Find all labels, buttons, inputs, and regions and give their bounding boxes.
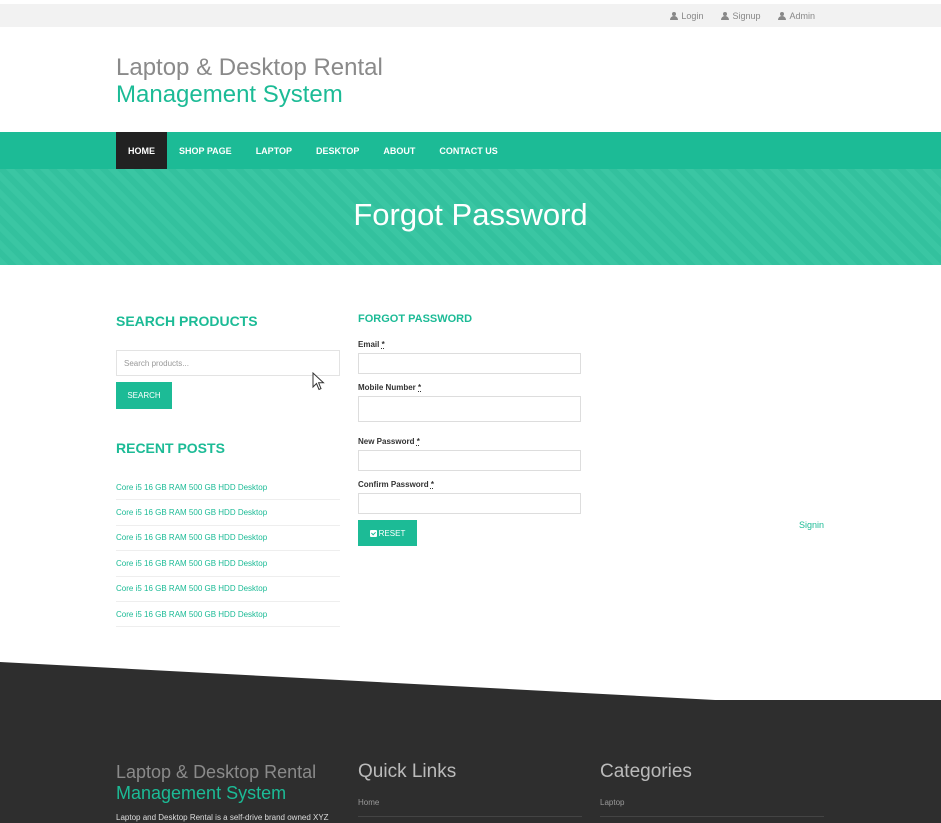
- top-bar: Login Signup Admin: [0, 4, 941, 27]
- confirm-password-field[interactable]: [358, 493, 581, 514]
- new-password-field[interactable]: [358, 450, 581, 471]
- user-icon: [778, 11, 787, 20]
- post-link[interactable]: Core i5 16 GB RAM 500 GB HDD Desktop: [116, 602, 340, 628]
- top-links: Login Signup Admin: [670, 4, 815, 27]
- email-field[interactable]: [358, 353, 581, 374]
- search-input[interactable]: [116, 350, 340, 376]
- search-button[interactable]: SEARCH: [116, 382, 172, 409]
- confirm-password-label: Confirm Password *: [358, 480, 435, 489]
- login-link[interactable]: Login: [670, 11, 703, 21]
- forgot-password-heading: FORGOT PASSWORD: [358, 313, 473, 325]
- footer-divider: [600, 816, 824, 817]
- page-title: Forgot Password: [353, 197, 588, 232]
- footer-description: Laptop and Desktop Rental is a self-driv…: [116, 813, 329, 822]
- post-link[interactable]: Core i5 16 GB RAM 500 GB HDD Desktop: [116, 500, 340, 526]
- categories-heading: Categories: [600, 761, 692, 782]
- sidebar: SEARCH PRODUCTS SEARCH RECENT POSTS Core…: [116, 313, 340, 628]
- check-square-icon: [369, 529, 377, 537]
- post-link[interactable]: Core i5 16 GB RAM 500 GB HDD Desktop: [116, 526, 340, 552]
- admin-link[interactable]: Admin: [778, 11, 815, 21]
- nav-item-laptop[interactable]: LAPTOP: [244, 132, 304, 169]
- signin-link[interactable]: Signin: [799, 520, 824, 530]
- recent-posts-heading: RECENT POSTS: [116, 440, 225, 456]
- signup-link[interactable]: Signup: [721, 11, 760, 21]
- search-products-heading: SEARCH PRODUCTS: [116, 313, 258, 329]
- user-icon: [721, 11, 730, 20]
- main-navbar: HOME SHOP PAGE LAPTOP DESKTOP ABOUT CONT…: [0, 132, 941, 169]
- footer-slant: [0, 662, 941, 702]
- email-label: Email *: [358, 340, 385, 349]
- nav-item-desktop[interactable]: DESKTOP: [304, 132, 371, 169]
- signup-label: Signup: [732, 10, 761, 21]
- main-nav: HOME SHOP PAGE LAPTOP DESKTOP ABOUT CONT…: [116, 132, 510, 169]
- mouse-pointer-icon: [312, 372, 325, 391]
- new-password-label: New Password *: [358, 437, 420, 446]
- page-banner: Forgot Password: [0, 169, 941, 265]
- admin-label: Admin: [789, 10, 815, 21]
- user-icon: [670, 11, 679, 20]
- mobile-number-label: Mobile Number *: [358, 383, 422, 392]
- logo-line-1: Laptop & Desktop Rental: [116, 54, 383, 81]
- site-logo[interactable]: Laptop & Desktop Rental Management Syste…: [116, 54, 383, 108]
- post-link[interactable]: Core i5 16 GB RAM 500 GB HDD Desktop: [116, 551, 340, 577]
- login-label: Login: [681, 10, 704, 21]
- logo-line-2: Management System: [116, 81, 343, 108]
- footer-divider: [358, 816, 582, 817]
- forgot-password-form: FORGOT PASSWORD Email * Mobile Number * …: [358, 313, 582, 546]
- reset-button[interactable]: RESET: [358, 520, 417, 546]
- nav-item-contact-us[interactable]: CONTACT US: [427, 132, 509, 169]
- footer-logo-line-2: Management System: [116, 783, 287, 803]
- footer-logo-line-1: Laptop & Desktop Rental: [116, 762, 317, 782]
- footer-logo: Laptop & Desktop Rental Management Syste…: [116, 762, 316, 804]
- nav-item-about[interactable]: ABOUT: [371, 132, 427, 169]
- post-link[interactable]: Core i5 16 GB RAM 500 GB HDD Desktop: [116, 577, 340, 602]
- footer-link-home[interactable]: Home: [358, 798, 379, 807]
- recent-posts-list: Core i5 16 GB RAM 500 GB HDD Desktop Cor…: [116, 475, 340, 628]
- nav-item-shop-page[interactable]: SHOP PAGE: [167, 132, 244, 169]
- reset-button-label: RESET: [378, 528, 406, 538]
- post-link[interactable]: Core i5 16 GB RAM 500 GB HDD Desktop: [116, 475, 340, 501]
- nav-item-home[interactable]: HOME: [116, 132, 167, 169]
- mobile-number-field[interactable]: [358, 396, 581, 422]
- quick-links-heading: Quick Links: [358, 761, 457, 782]
- footer-link-laptop[interactable]: Laptop: [600, 798, 624, 807]
